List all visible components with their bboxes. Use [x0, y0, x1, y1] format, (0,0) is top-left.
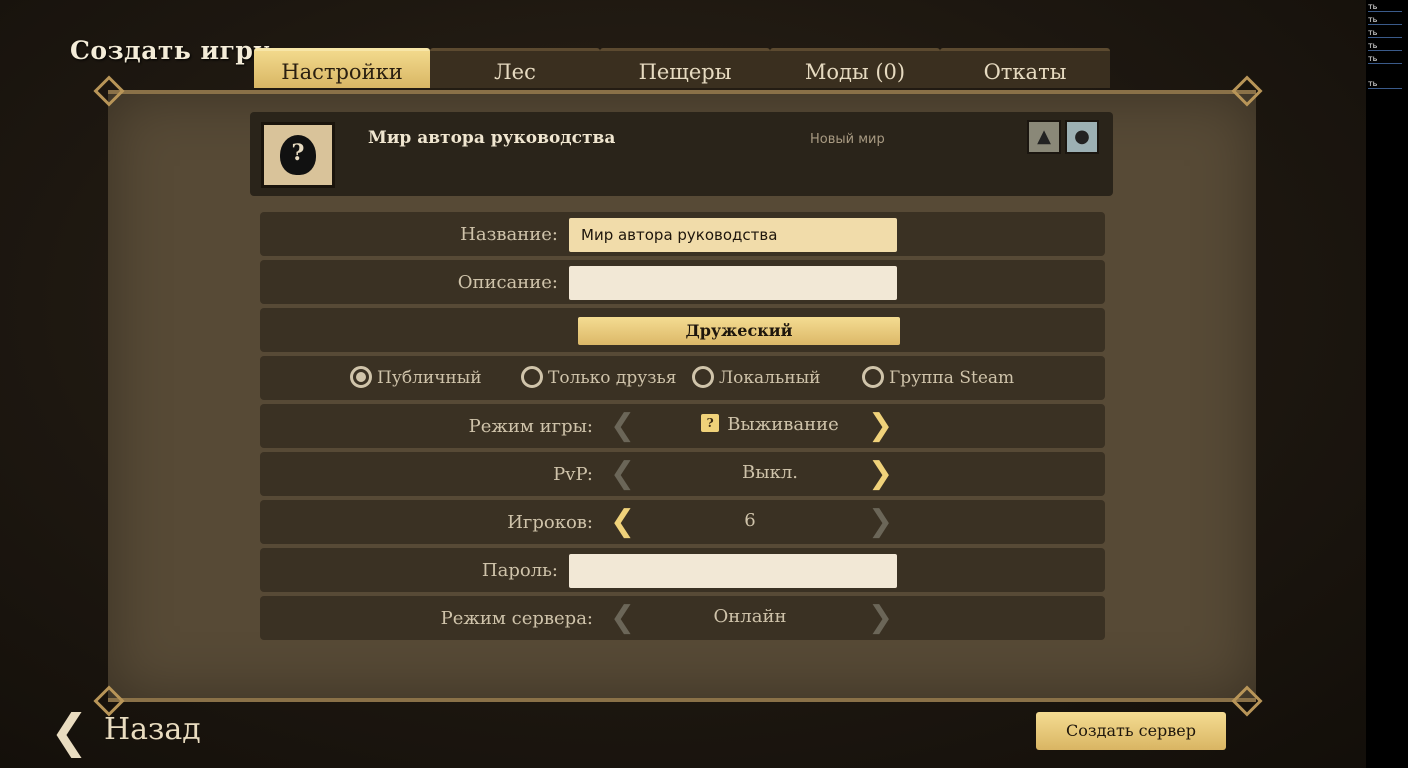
- page-title: Создать игру: [70, 36, 270, 65]
- radio-label: Локальный: [719, 368, 821, 388]
- server-style-row: Стиль игры сервера: Дружеский: [260, 308, 1105, 352]
- game-mode-row: Режим игры: ❮ ? Выживание ❯: [260, 404, 1105, 448]
- survival-mode-icon: ?: [701, 414, 720, 432]
- pvp-next-arrow[interactable]: ❯: [868, 458, 893, 490]
- pvp-label: PvP:: [553, 464, 593, 485]
- tab-mods[interactable]: Моды (0): [770, 48, 940, 88]
- server-mode-label: Режим сервера:: [440, 608, 593, 629]
- pvp-value: Выкл.: [742, 462, 798, 483]
- radio-circle-icon: [862, 365, 884, 388]
- tab-settings[interactable]: Настройки: [254, 48, 430, 88]
- players-next-arrow[interactable]: ❯: [868, 506, 893, 538]
- radio-circle-icon: [692, 365, 714, 388]
- players-value: 6: [744, 510, 756, 531]
- world-avatar[interactable]: ?: [261, 122, 335, 188]
- strip-text: ть: [1368, 79, 1402, 89]
- game-mode-text: Выживание: [727, 414, 839, 435]
- pvp-prev-arrow[interactable]: ❮: [610, 458, 635, 490]
- password-input[interactable]: [569, 554, 897, 588]
- back-label: Назад: [104, 712, 201, 747]
- strip-text: ть: [1368, 54, 1402, 64]
- radio-circle-icon: [521, 365, 543, 388]
- game-mode-next-arrow[interactable]: ❯: [868, 410, 893, 442]
- players-row: Игроков: ❮ 6 ❯: [260, 500, 1105, 544]
- radio-label: Публичный: [377, 368, 482, 388]
- privacy-row: Публичный Только друзья Локальный Группа…: [260, 356, 1105, 400]
- radio-friends-only[interactable]: Только друзья: [521, 365, 677, 391]
- strip-text: ть: [1368, 15, 1402, 25]
- side-overlay-strip: ть ть ть ть ть ть: [1366, 0, 1408, 768]
- description-row: Описание:: [260, 260, 1105, 304]
- tab-rollbacks[interactable]: Откаты: [940, 48, 1110, 88]
- name-label: Название:: [460, 224, 558, 245]
- radio-public[interactable]: Публичный: [350, 365, 482, 391]
- name-input[interactable]: Мир автора руководства: [569, 218, 897, 252]
- back-arrow-icon: ❮: [50, 704, 89, 758]
- world-name: Мир автора руководства: [368, 128, 616, 148]
- players-prev-arrow[interactable]: ❮: [610, 506, 635, 538]
- description-label: Описание:: [457, 272, 558, 293]
- password-label: Пароль:: [481, 560, 558, 581]
- game-mode-prev-arrow[interactable]: ❮: [610, 410, 635, 442]
- radio-local[interactable]: Локальный: [692, 365, 820, 391]
- forest-world-icon: ▲: [1027, 120, 1061, 154]
- name-row: Название: Мир автора руководства: [260, 212, 1105, 256]
- password-row: Пароль:: [260, 548, 1105, 592]
- unknown-character-icon: ?: [280, 135, 316, 175]
- game-mode-value: ? Выживание: [670, 414, 870, 435]
- server-mode-value: Онлайн: [713, 606, 787, 627]
- server-style-dropdown[interactable]: Дружеский: [578, 317, 900, 345]
- create-server-button[interactable]: Создать сервер: [1036, 712, 1226, 750]
- strip-text: ть: [1368, 2, 1402, 12]
- tab-caves[interactable]: Пещеры: [600, 48, 770, 88]
- pvp-row: PvP: ❮ Выкл. ❯: [260, 452, 1105, 496]
- strip-text: ть: [1368, 28, 1402, 38]
- radio-label: Только друзья: [548, 368, 677, 388]
- tab-forest[interactable]: Лес: [430, 48, 600, 88]
- radio-label: Группа Steam: [889, 368, 1015, 388]
- balloon-icon: ●: [1065, 120, 1099, 154]
- radio-steam-group[interactable]: Группа Steam: [862, 365, 1014, 391]
- strip-text: ть: [1368, 41, 1402, 51]
- server-mode-row: Режим сервера: ❮ Онлайн ❯: [260, 596, 1105, 640]
- server-mode-prev-arrow[interactable]: ❮: [610, 602, 635, 634]
- server-mode-next-arrow[interactable]: ❯: [868, 602, 893, 634]
- description-input[interactable]: [569, 266, 897, 300]
- players-label: Игроков:: [507, 512, 593, 533]
- game-mode-label: Режим игры:: [468, 416, 593, 437]
- world-status: Новый мир: [810, 132, 885, 147]
- radio-circle-icon: [350, 365, 372, 388]
- world-header: ? Мир автора руководства Новый мир ▲ ●: [250, 112, 1113, 196]
